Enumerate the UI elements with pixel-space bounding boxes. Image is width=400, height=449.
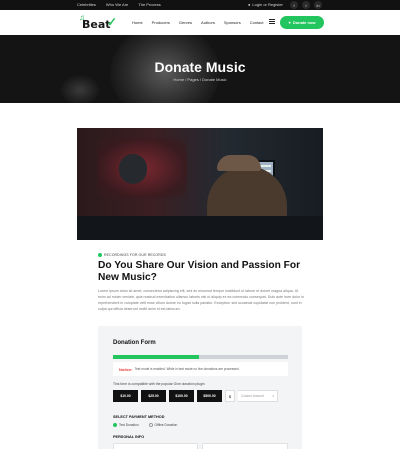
last-name-field[interactable] — [202, 443, 288, 449]
custom-amount-placeholder: Custom Amount — [241, 394, 264, 398]
main-nav: Home Producers Genres Authors Sponsors C… — [132, 20, 264, 25]
donation-progress-bar — [113, 355, 288, 359]
article-tag: RECORDINGS FOR OUR RECORDS — [98, 253, 166, 257]
top-link-celebrities[interactable]: Celebrities — [77, 2, 96, 8]
radio-unselected-icon — [148, 423, 153, 427]
first-name-field[interactable] — [113, 443, 198, 449]
amount-500-button[interactable]: $500.00 — [197, 390, 222, 402]
amount-options: $10.00 $25.00 $100.00 $500.00 $ Custom A… — [113, 390, 278, 402]
heart-icon: ♥ — [288, 20, 291, 25]
payment-option-test[interactable]: Test Donation — [113, 423, 139, 427]
amount-100-button[interactable]: $100.00 — [169, 390, 194, 402]
nav-sponsors[interactable]: Sponsors — [224, 20, 241, 25]
top-utility-bar: Celebrities Who We Are The Process ● Log… — [0, 0, 400, 10]
article-body: Lorem ipsum dolor sit amet, consectetur … — [98, 289, 304, 311]
notice-label: Notice: — [119, 366, 133, 372]
main-header: ♫ Beat ✓ Home Producers Genres Authors S… — [0, 10, 400, 35]
donate-now-label: Donate now — [292, 20, 316, 25]
user-icon: ● — [248, 2, 251, 7]
article-tag-label: RECORDINGS FOR OUR RECORDS — [104, 253, 166, 257]
payment-method-options: Test Donation Offline Donation — [113, 423, 177, 427]
nav-genres[interactable]: Genres — [179, 20, 192, 25]
singer-silhouette — [119, 154, 147, 184]
linkedin-icon[interactable]: in — [314, 1, 322, 9]
social-links: f t in — [290, 1, 322, 9]
payment-option-offline-label: Offline Donation — [154, 423, 178, 427]
custom-amount-input[interactable]: Custom Amount ▾ — [238, 390, 278, 402]
amount-10-button[interactable]: $10.00 — [113, 390, 138, 402]
amount-25-button[interactable]: $25.00 — [141, 390, 166, 402]
nav-contact[interactable]: Contact — [250, 20, 264, 25]
payment-method-label: SELECT PAYMENT METHOD — [113, 415, 165, 419]
donation-form-title: Donation Form — [113, 340, 156, 346]
payment-option-offline[interactable]: Offline Donation — [148, 423, 178, 427]
nav-producers[interactable]: Producers — [152, 20, 170, 25]
page-title: Donate Music — [154, 59, 246, 75]
mixing-desk — [77, 216, 323, 240]
top-link-who-we-are[interactable]: Who We Are — [106, 2, 128, 8]
test-mode-notice: Notice: Test mode is enabled. While in t… — [113, 362, 288, 376]
location-pin-icon — [98, 253, 102, 257]
login-label: Login or Register — [252, 2, 283, 7]
logo-check-icon: ✓ — [107, 15, 118, 29]
hero-banner: Donate Music Home / Pages / Donate Music — [0, 35, 400, 103]
hamburger-menu-icon[interactable] — [269, 19, 275, 24]
breadcrumb: Home / Pages / Donate Music — [173, 77, 227, 82]
login-link[interactable]: ● Login or Register — [248, 2, 283, 8]
donate-now-button[interactable]: ♥ Donate now — [280, 16, 324, 29]
producer-hat — [217, 155, 261, 171]
donation-form-card: Donation Form Notice: Test mode is enabl… — [98, 326, 302, 449]
notice-text: Test mode is enabled. While in test mode… — [134, 367, 240, 371]
nav-authors[interactable]: Authors — [201, 20, 215, 25]
radio-selected-icon — [113, 423, 117, 427]
top-links: Celebrities Who We Are The Process — [77, 2, 161, 8]
amount-hint: This form is compatible with the popular… — [113, 382, 205, 386]
facebook-icon[interactable]: f — [290, 1, 298, 9]
featured-studio-image — [77, 128, 323, 240]
payment-option-test-label: Test Donation — [119, 423, 139, 427]
article-title: Do You Share Our Vision and Passion For … — [98, 260, 301, 283]
site-logo[interactable]: ♫ Beat ✓ — [78, 13, 118, 32]
twitter-icon[interactable]: t — [302, 1, 310, 9]
top-link-process[interactable]: The Process — [138, 2, 160, 8]
custom-amount-stepper-icon: ▾ — [272, 394, 274, 398]
currency-symbol: $ — [225, 390, 235, 402]
personal-info-label: PERSONAL INFO — [113, 435, 145, 439]
donation-progress-fill — [113, 355, 199, 359]
nav-home[interactable]: Home — [132, 20, 143, 25]
